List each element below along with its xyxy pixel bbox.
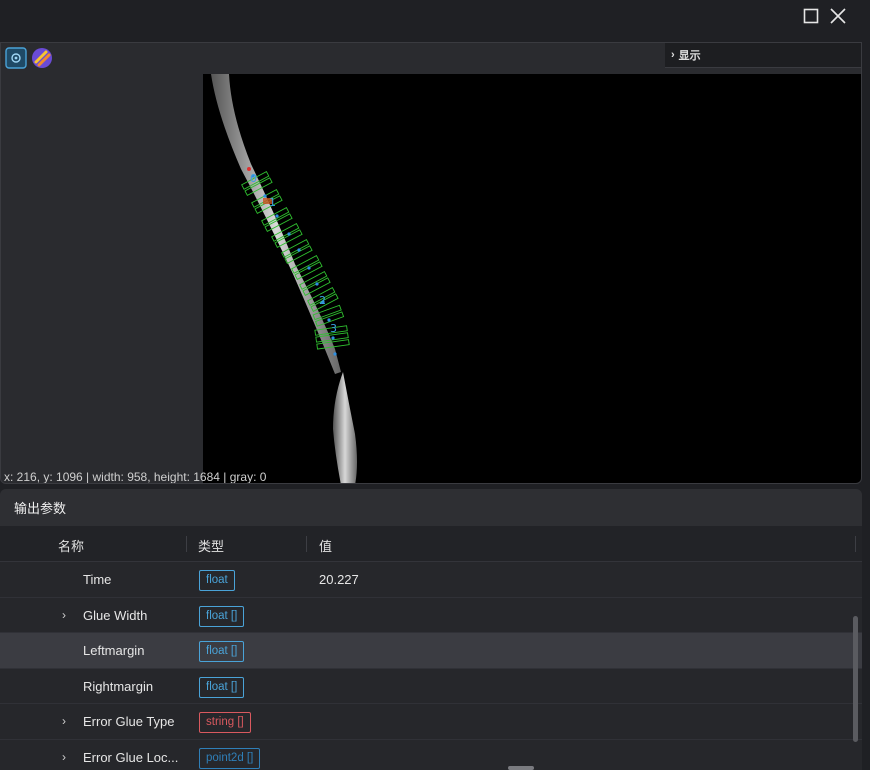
overlay-label-2: 2: [319, 294, 326, 307]
column-divider[interactable]: [186, 536, 187, 552]
panel-title: 输出参数: [0, 489, 862, 526]
param-name: Glue Width: [83, 607, 148, 623]
close-icon: [830, 8, 846, 24]
overlay-label-0: 0: [250, 172, 257, 185]
inspection-image: 0 1 2 3: [211, 74, 357, 483]
viewer-toolbar: › 显示: [1, 43, 861, 74]
column-header-value[interactable]: 值: [319, 536, 332, 555]
image-canvas[interactable]: 0 1 2 3: [203, 74, 861, 483]
output-params-panel: 输出参数 名称 类型 值 Time float 20.227 › Glue Wi…: [0, 489, 862, 770]
image-viewer: › 显示 0 1 2 3 x: 216, y: 1096 | width: 95…: [0, 42, 862, 484]
fit-view-icon: [5, 47, 27, 69]
params-table-body: Time float 20.227 › Glue Width float [] …: [0, 562, 862, 770]
param-name: Leftmargin: [83, 643, 145, 658]
expand-chevron-icon[interactable]: ›: [62, 608, 66, 622]
close-button[interactable]: [826, 4, 850, 28]
column-divider[interactable]: [306, 536, 307, 552]
type-badge: point2d []: [199, 747, 261, 769]
column-header-type[interactable]: 类型: [198, 536, 224, 555]
param-name: Error Glue Loc...: [83, 749, 179, 765]
resize-handle[interactable]: [508, 766, 534, 770]
param-name: Error Glue Type: [83, 714, 175, 729]
display-label: 显示: [678, 50, 701, 62]
app-logo-icon: [32, 48, 52, 68]
type-badge: float []: [199, 641, 245, 662]
column-header-name[interactable]: 名称: [58, 536, 84, 555]
expand-chevron-icon[interactable]: ›: [62, 714, 66, 728]
type-badge: float []: [199, 676, 245, 698]
param-name: Rightmargin: [83, 678, 154, 694]
overlay-label-3: 3: [330, 322, 337, 335]
app-logo-button[interactable]: [31, 47, 53, 69]
table-row[interactable]: › Glue Width float []: [0, 598, 862, 633]
pixel-status: x: 216, y: 1096 | width: 958, height: 16…: [4, 470, 267, 484]
table-row[interactable]: Rightmargin float []: [0, 669, 862, 704]
maximize-icon: [803, 8, 819, 24]
table-row[interactable]: Leftmargin float []: [0, 633, 862, 669]
type-badge: float: [199, 570, 235, 591]
maximize-button[interactable]: [799, 4, 823, 28]
viewer-left-pane: [1, 74, 203, 483]
column-divider[interactable]: [855, 536, 856, 552]
display-panel-toggle[interactable]: › 显示: [665, 43, 861, 68]
overlay-label-1: 1: [269, 196, 276, 209]
table-row[interactable]: Time float 20.227: [0, 562, 862, 598]
fit-view-button[interactable]: [5, 47, 27, 69]
table-row[interactable]: › Error Glue Type string []: [0, 704, 862, 740]
table-scrollbar[interactable]: [853, 616, 858, 742]
param-value: 20.227: [319, 572, 359, 587]
type-badge: float []: [199, 605, 245, 627]
start-marker: [247, 167, 251, 171]
type-badge: string []: [199, 712, 251, 733]
expand-chevron-icon[interactable]: ›: [62, 750, 66, 764]
param-name: Time: [83, 572, 112, 587]
table-row[interactable]: › Error Glue Loc... point2d []: [0, 740, 862, 770]
title-bar: [0, 0, 870, 42]
chevron-right-icon: ›: [671, 49, 675, 61]
glue-bead-lower: [333, 372, 357, 483]
table-header: 名称 类型 值: [0, 526, 862, 562]
